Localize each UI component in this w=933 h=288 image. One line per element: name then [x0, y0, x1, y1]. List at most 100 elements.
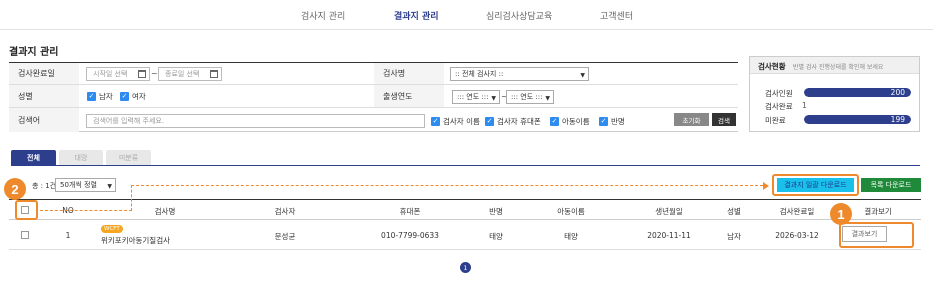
col-view: 결과보기 [864, 207, 892, 216]
tab-underline [11, 165, 920, 166]
chevron-down-icon: ▼ [107, 183, 112, 190]
year-from-select[interactable]: ::: 연도 ::: ▼ [452, 90, 500, 104]
keyword-opt-child-name[interactable]: ✓ 아동이름 [550, 116, 590, 127]
arrow-right-icon [763, 182, 769, 190]
row-done-date: 2026-03-12 [775, 231, 819, 240]
date-separator: ~ [151, 69, 158, 78]
highlight-view-result [839, 222, 914, 248]
row-gender: 남자 [727, 232, 741, 241]
gender-label: 성별 [9, 85, 79, 107]
gender-female-checkbox[interactable]: ✓ 여자 [120, 91, 146, 102]
row-checkbox[interactable] [21, 231, 29, 239]
keyword-opt-label: 반명 [611, 117, 625, 126]
connector-line [131, 185, 763, 186]
row-examiner: 문성균 [274, 232, 296, 241]
highlight-bulk-download [772, 174, 859, 196]
test-select[interactable]: :: 전체 검사지 :: ▼ [450, 67, 589, 81]
test-name-label: 검사명 [374, 63, 444, 84]
nav-result-management[interactable]: 결과지 관리 [394, 9, 439, 22]
stats-subtitle: 반별 검사 진행상태를 확인해 보세요 [793, 64, 884, 71]
page-button-current[interactable]: 1 [460, 262, 471, 273]
keyword-placeholder: 검색어를 입력해 주세요. [93, 117, 165, 125]
nav-counseling-education[interactable]: 심리검사상담교육 [486, 9, 552, 22]
stat-bar-total: 200 [804, 88, 911, 97]
stats-panel: 검사현황 반별 검사 진행상태를 확인해 보세요 검사인원 200 검사완료 1… [749, 56, 920, 132]
stat-label-incomplete: 미완료 [765, 116, 786, 125]
search-button[interactable]: 검색 [712, 113, 736, 126]
page-title: 결과지 관리 [9, 47, 59, 58]
stats-title: 검사현황 [758, 62, 786, 71]
checkmark-icon: ✓ [550, 117, 559, 126]
keyword-opt-label: 검사자 휴대폰 [497, 117, 541, 126]
gender-female-label: 여자 [132, 92, 146, 101]
gender-male-label: 남자 [99, 92, 113, 101]
stats-header: 검사현황 반별 검사 진행상태를 확인해 보세요 [750, 57, 919, 74]
tab-unclassified[interactable]: 미분류 [106, 150, 151, 165]
col-birth: 생년월일 [655, 207, 683, 216]
filter-panel: 검사완료일 시작일 선택 ~ 종료일 선택 검사명 :: 전체 검사지 :: ▼… [9, 62, 738, 132]
callout-badge-2: 2 [4, 178, 26, 200]
page-size-value: 50개씩 정렬 [60, 181, 97, 189]
nav-test-management[interactable]: 검사지 관리 [301, 9, 345, 22]
checkmark-icon: ✓ [599, 117, 608, 126]
row-phone: 010-7799-0633 [381, 231, 439, 240]
stat-value-done: 1 [802, 101, 807, 110]
calendar-icon[interactable] [138, 70, 146, 78]
table-row: 1 WCFT 위키포키아동기질검사 문성균 010-7799-0633 태양 태… [9, 220, 921, 250]
highlight-select-all [15, 200, 38, 220]
chevron-down-icon: ▼ [580, 72, 585, 79]
stat-value-total: 200 [890, 88, 905, 97]
checkmark-icon: ✓ [431, 117, 440, 126]
stat-label-done: 검사완료 [765, 102, 793, 111]
chevron-down-icon: ▼ [545, 95, 550, 102]
filter-divider [9, 107, 738, 108]
checkmark-icon: ✓ [120, 92, 129, 101]
gender-male-checkbox[interactable]: ✓ 남자 [87, 91, 113, 102]
stat-value-incomplete: 199 [890, 115, 905, 124]
year-to-select[interactable]: ::: 연도 ::: ▼ [506, 90, 554, 104]
year-to-value: ::: 연도 ::: [511, 93, 543, 101]
keyword-label: 검색어 [9, 108, 79, 132]
keyword-opt-class-name[interactable]: ✓ 반명 [599, 116, 625, 127]
stat-bar-incomplete: 199 [804, 115, 911, 124]
col-child-name: 아동이름 [557, 207, 585, 216]
keyword-opt-examiner-name[interactable]: ✓ 검사자 이름 [431, 116, 480, 127]
result-count: 총 : 1건 [32, 182, 57, 190]
year-from-value: ::: 연도 ::: [457, 93, 489, 101]
checkmark-icon: ✓ [485, 117, 494, 126]
row-no: 1 [65, 231, 71, 240]
keyword-input[interactable]: 검색어를 입력해 주세요. [86, 114, 425, 128]
chevron-down-icon: ▼ [491, 95, 496, 102]
reset-button[interactable]: 초기화 [674, 113, 709, 126]
col-gender: 성별 [727, 207, 741, 216]
row-birth: 2020-11-11 [647, 231, 691, 240]
callout-badge-1: 1 [830, 203, 852, 225]
list-download-button[interactable]: 목록 다운로드 [861, 178, 921, 192]
start-date-placeholder: 시작일 선택 [93, 70, 128, 78]
keyword-opt-label: 아동이름 [562, 117, 590, 126]
keyword-opt-examiner-phone[interactable]: ✓ 검사자 휴대폰 [485, 116, 541, 127]
tab-all[interactable]: 전체 [11, 150, 56, 165]
row-child-name: 태양 [564, 232, 578, 241]
checkmark-icon: ✓ [87, 92, 96, 101]
page-size-select[interactable]: 50개씩 정렬 ▼ [55, 178, 116, 192]
col-test-name: 검사명 [154, 207, 176, 216]
col-class: 반명 [489, 207, 503, 216]
top-navigation: 검사지 관리 결과지 관리 심리검사상담교육 고객센터 [0, 0, 933, 30]
table-header: NO 검사명 검사자 휴대폰 반명 아동이름 생년월일 성별 검사완료일 결과보… [9, 199, 921, 220]
end-date-input[interactable]: 종료일 선택 [158, 67, 222, 81]
connector-line [40, 210, 132, 211]
stat-label-total: 검사인원 [765, 89, 793, 98]
birth-year-label: 출생연도 [374, 85, 444, 107]
nav-customer-center[interactable]: 고객센터 [600, 9, 633, 22]
row-test-name: 위키포키아동기질검사 [101, 236, 170, 245]
end-date-placeholder: 종료일 선택 [165, 70, 200, 78]
col-phone: 휴대폰 [399, 207, 421, 216]
tab-daemang[interactable]: 대망 [59, 150, 103, 165]
col-examiner: 검사자 [274, 207, 296, 216]
calendar-icon[interactable] [210, 70, 218, 78]
keyword-opt-label: 검사자 이름 [443, 117, 480, 126]
test-select-value: :: 전체 검사지 :: [455, 70, 504, 78]
start-date-input[interactable]: 시작일 선택 [86, 67, 150, 81]
date-label: 검사완료일 [9, 63, 79, 84]
